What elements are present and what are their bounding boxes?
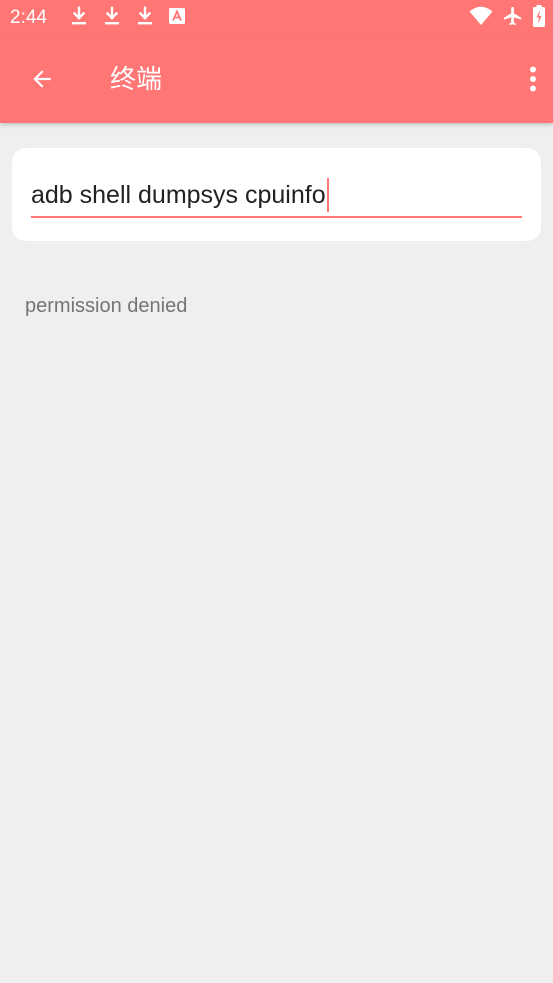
arrow-back-icon (29, 66, 55, 97)
a-box-icon (169, 7, 185, 29)
status-time: 2:44 (10, 7, 47, 28)
wifi-icon (469, 6, 493, 31)
screen: 2:44 终端 adb shell dumpsys cpuinfo permis… (0, 0, 553, 983)
back-button[interactable] (22, 61, 62, 101)
notification-icons (70, 6, 185, 31)
download-icon (136, 6, 154, 31)
battery-icon (533, 4, 545, 32)
more-options-button[interactable] (497, 61, 537, 101)
download-icon (70, 6, 88, 31)
text-cursor (326, 178, 329, 212)
more-vert-icon (529, 66, 537, 97)
command-input[interactable]: adb shell dumpsys cpuinfo (31, 174, 522, 218)
system-icons (469, 4, 545, 32)
app-bar: 终端 (0, 36, 553, 123)
page-title: 终端 (110, 65, 163, 95)
download-icon (103, 6, 121, 31)
command-text: adb shell dumpsys cpuinfo (31, 181, 326, 209)
airplane-icon (502, 5, 524, 32)
status-bar: 2:44 (0, 0, 553, 36)
command-output: permission denied (25, 295, 188, 317)
command-card: adb shell dumpsys cpuinfo (12, 148, 541, 241)
